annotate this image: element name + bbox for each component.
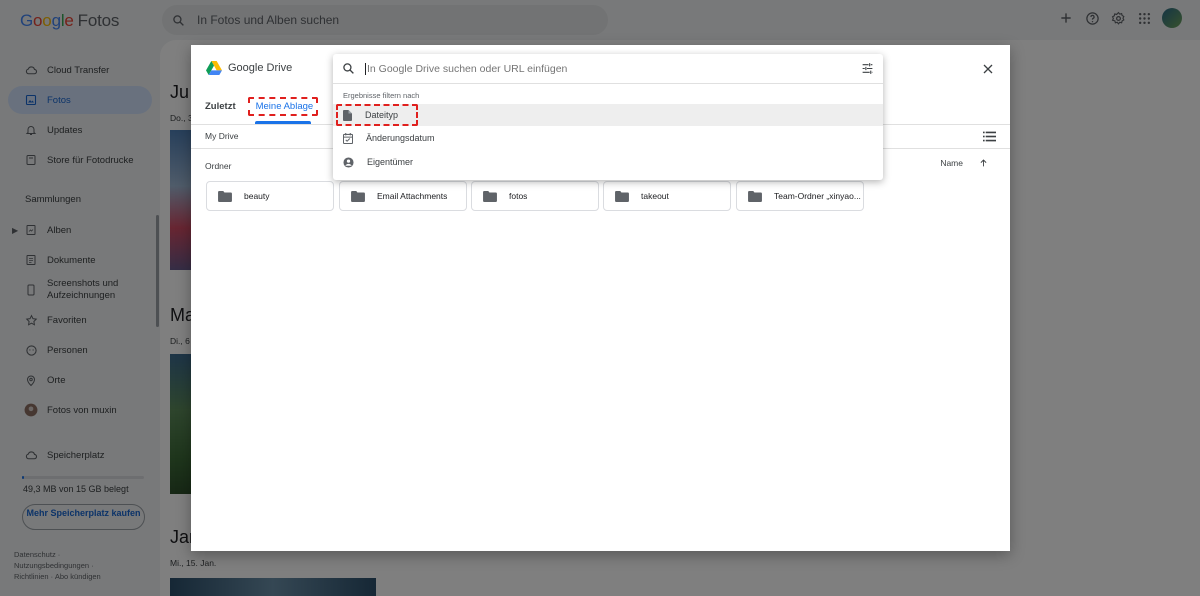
drive-brand-label: Google Drive [228,62,293,74]
sort-label: Name [940,158,963,168]
drive-brand: Google Drive [206,61,292,75]
folder-item[interactable]: fotos [471,181,599,211]
arrow-up-icon [980,159,987,167]
search-options-icon[interactable] [861,62,874,75]
folder-item[interactable]: takeout [603,181,731,211]
folder-icon [483,190,497,202]
shared-folder-icon [748,190,762,202]
folder-icon [218,190,232,202]
drive-search-input[interactable] [365,62,835,75]
highlight-box-option [336,104,418,126]
sort-control[interactable]: Name [940,158,988,168]
drive-search-box [333,54,883,84]
list-view-icon[interactable] [983,129,996,147]
folder-item[interactable]: beauty [206,181,334,211]
folder-item[interactable]: Email Attachments [339,181,467,211]
folders-section-label: Ordner [205,161,232,171]
folder-item[interactable]: Team-Ordner „xinyao... [736,181,864,211]
breadcrumb[interactable]: My Drive [205,131,239,141]
close-icon[interactable] [980,61,996,77]
folder-icon [351,190,365,202]
account-circle-icon [343,156,354,168]
highlight-box-tab [248,97,318,116]
tab-zuletzt[interactable]: Zuletzt [205,101,236,112]
folder-icon [615,190,629,202]
calendar-icon [343,132,353,144]
filter-option-eigentuemer[interactable]: Eigentümer [333,151,883,173]
filter-header: Ergebnisse filtern nach [343,91,420,100]
search-icon [343,63,354,74]
filter-option-aenderungsdatum[interactable]: Änderungsdatum [333,127,883,149]
google-drive-logo-icon [206,61,222,75]
